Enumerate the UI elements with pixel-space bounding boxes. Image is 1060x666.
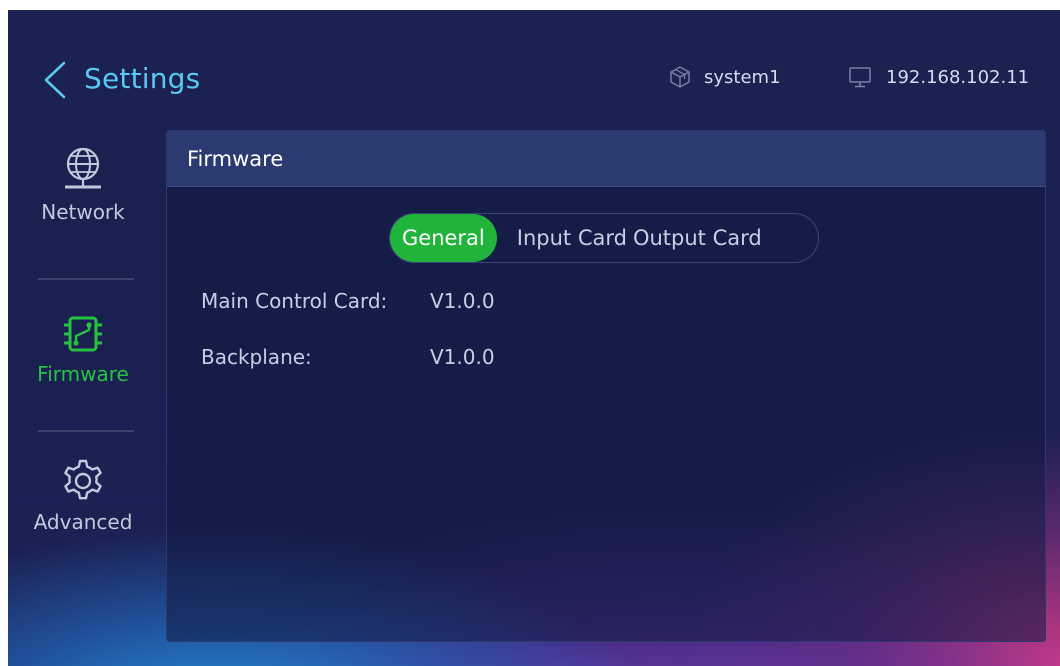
tab-output-card[interactable]: Output Card <box>633 214 762 262</box>
sidebar-divider <box>38 278 134 280</box>
system-name: system1 <box>704 66 781 88</box>
circuit-board-icon <box>64 316 102 352</box>
back-chevron-icon[interactable] <box>40 60 72 100</box>
sidebar-item-label: Advanced <box>33 510 133 534</box>
settings-screen: Settings system1 192.168.102.11 Network <box>8 10 1060 666</box>
tab-input-card[interactable]: Input Card <box>517 214 627 262</box>
info-value: V1.0.0 <box>430 289 495 313</box>
panel-header: Firmware <box>167 131 1045 187</box>
ip-indicator: 192.168.102.11 <box>848 65 1029 89</box>
info-value: V1.0.0 <box>430 345 495 369</box>
page-title: Settings <box>84 62 201 95</box>
info-label: Backplane: <box>201 345 312 369</box>
sidebar-item-firmware[interactable]: Firmware <box>8 312 158 386</box>
firmware-panel: Firmware General Input Card Output Card … <box>166 130 1046 642</box>
ip-address: 192.168.102.11 <box>886 66 1030 88</box>
info-row-backplane: Backplane: V1.0.0 <box>201 345 495 369</box>
tab-general[interactable]: General <box>390 214 497 262</box>
gear-icon <box>64 459 102 500</box>
info-row-main-control-card: Main Control Card: V1.0.0 <box>201 289 495 313</box>
tab-bar: General Input Card Output Card <box>389 213 819 263</box>
cube-icon <box>670 66 690 88</box>
info-label: Main Control Card: <box>201 289 388 313</box>
globe-icon <box>65 147 101 189</box>
sidebar-item-advanced[interactable]: Advanced <box>8 458 158 534</box>
sidebar-item-label: Firmware <box>37 362 129 386</box>
sidebar-item-label: Network <box>41 200 125 224</box>
sidebar-divider <box>38 430 134 432</box>
panel-title: Firmware <box>187 146 284 171</box>
sidebar-item-network[interactable]: Network <box>8 144 158 224</box>
monitor-icon <box>849 67 871 88</box>
system-indicator: system1 <box>668 65 781 89</box>
